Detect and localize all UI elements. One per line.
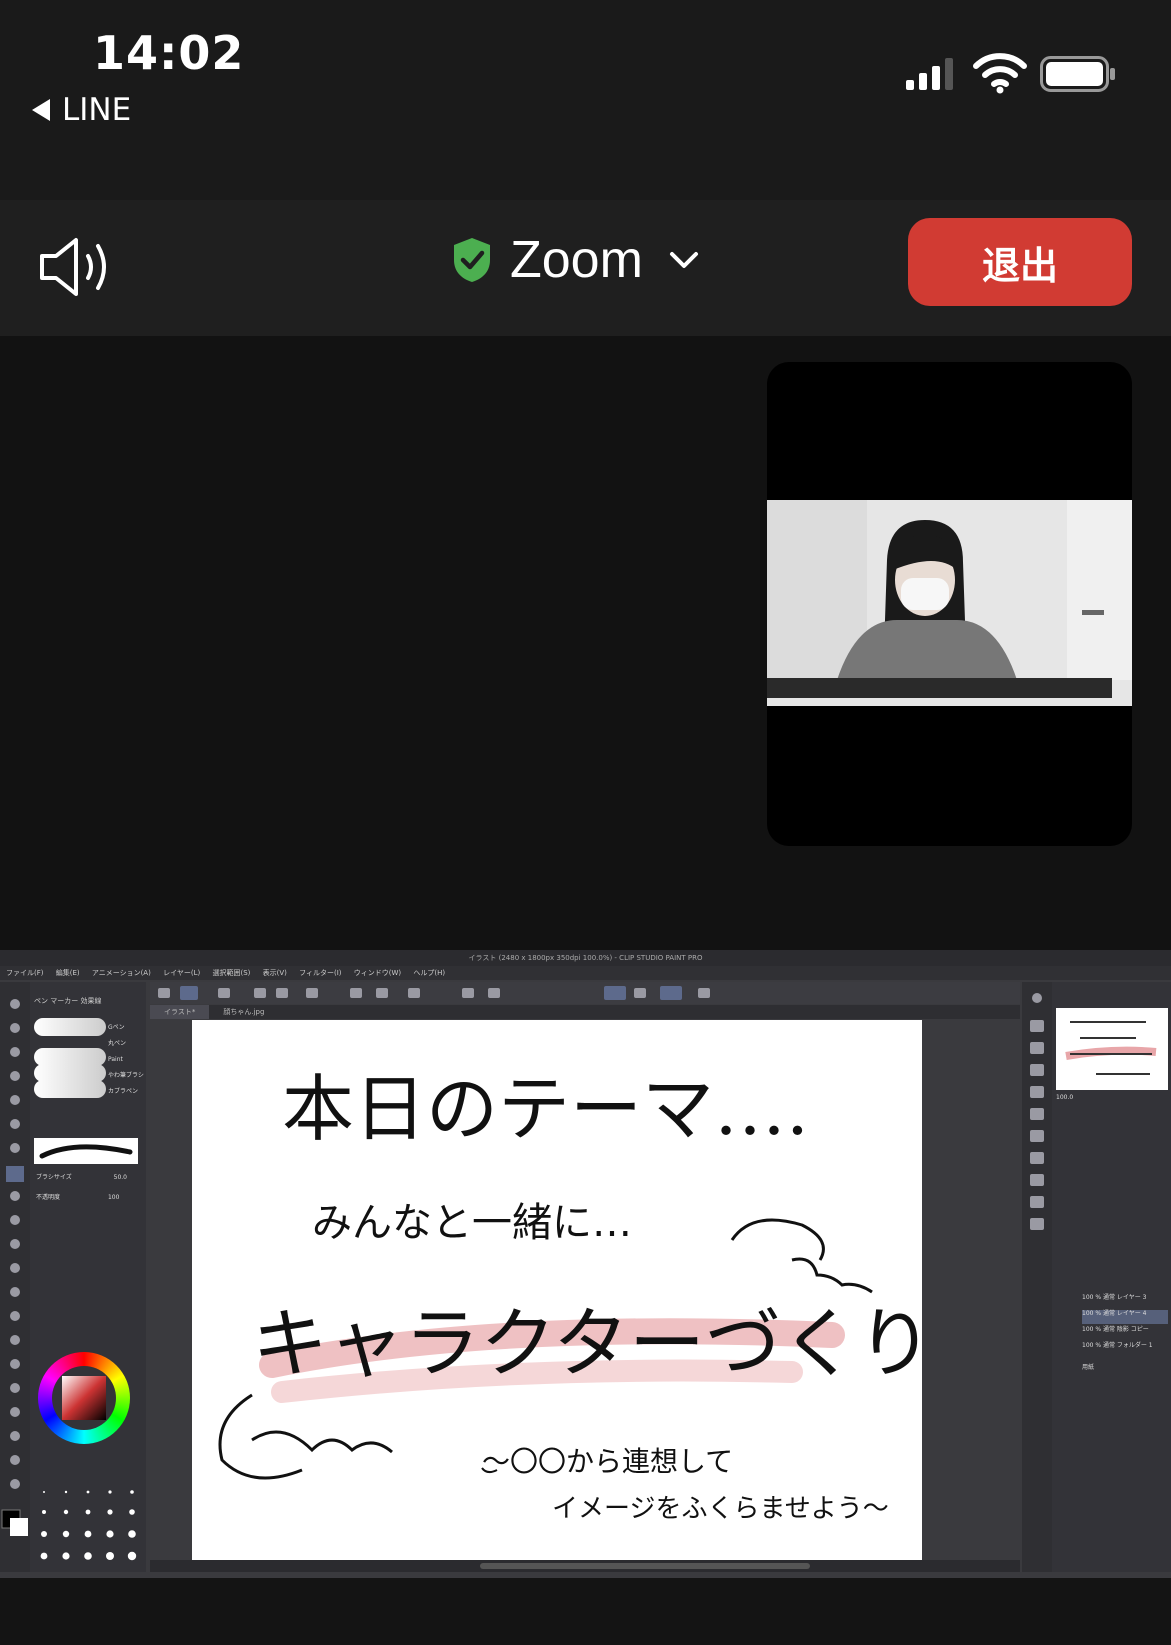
brush-size-row[interactable]: ブラシサイズ 50.0 <box>36 1172 127 1181</box>
menu-item[interactable]: ファイル(F) <box>6 969 44 977</box>
tool-palette <box>0 982 30 1572</box>
color-wheel[interactable] <box>38 1352 130 1444</box>
layer-row[interactable]: 用紙 <box>1082 1364 1168 1378</box>
brush-name[interactable]: カブラペン <box>108 1084 144 1100</box>
battery-icon <box>1040 56 1115 92</box>
menu-item[interactable]: 編集(E) <box>56 969 80 977</box>
opacity-row[interactable]: 不透明度 100 <box>36 1192 119 1201</box>
brush-size-value: 50.0 <box>113 1174 127 1181</box>
slide-line-4: 〜〇〇から連想して <box>482 1445 734 1478</box>
opacity-value: 100 <box>107 1194 120 1201</box>
sub-tool-panel: ペン マーカー 効果線 Gペン 丸ペン Paint やわ筆ブラシ カブラペン ブ… <box>30 982 146 1572</box>
sub-tool-tabs: ペン マーカー 効果線 <box>34 996 101 1006</box>
document-tabs: イラスト* 顔ちゃん.jpg <box>150 1005 1020 1019</box>
sub-tool-tab[interactable]: マーカー <box>50 997 78 1005</box>
shared-app-menu: ファイル(F) 編集(E) アニメーション(A) レイヤー(L) 選択範囲(S)… <box>0 966 1171 980</box>
speaker-icon[interactable] <box>38 234 118 300</box>
navigator-zoom-value[interactable]: 100.0 <box>1056 1094 1073 1101</box>
menu-item[interactable]: 選択範囲(S) <box>212 969 250 977</box>
menu-item[interactable]: 表示(V) <box>263 969 287 977</box>
clock-time: 14:02 <box>93 26 245 80</box>
meeting-title-button[interactable]: Zoom <box>450 230 699 290</box>
meeting-header: Zoom 退出 <box>0 200 1171 336</box>
layer-row-selected[interactable]: 100 % 通常 レイヤー 4 <box>1082 1310 1168 1324</box>
layer-row[interactable]: 100 % 通常 レイヤー 3 <box>1082 1294 1168 1308</box>
video-area <box>0 336 1171 950</box>
brush-name[interactable]: 丸ペン <box>108 1036 144 1052</box>
slide-line-1: 本日のテーマ…. <box>282 1067 809 1151</box>
back-triangle-icon <box>32 99 50 121</box>
brush-stroke-preview <box>34 1138 138 1164</box>
status-bar: 14:02 LINE <box>0 0 1171 150</box>
brush-size-label: ブラシサイズ <box>36 1174 72 1181</box>
layer-row[interactable]: 100 % 通常 陰影 コピー <box>1082 1326 1168 1340</box>
shield-check-icon <box>454 238 490 282</box>
brush-preview[interactable] <box>34 1080 106 1098</box>
back-app-label: LINE <box>62 92 132 128</box>
menu-item[interactable]: ヘルプ(H) <box>413 969 445 977</box>
brush-stroke-icon <box>39 1144 133 1159</box>
wifi-icon <box>973 53 1027 94</box>
brush-name[interactable]: Paint <box>108 1052 144 1068</box>
brush-name[interactable]: やわ筆ブラシ <box>108 1068 144 1084</box>
leave-meeting-button[interactable]: 退出 <box>908 218 1132 306</box>
color-square[interactable] <box>62 1376 106 1420</box>
menu-item[interactable]: ウィンドウ(W) <box>354 969 401 977</box>
bottom-bar <box>0 1578 1171 1645</box>
back-to-line-link[interactable]: LINE <box>32 92 131 128</box>
shared-app-title: イラスト (2480 x 1800px 350dpi 100.0%) - CLI… <box>0 950 1171 966</box>
participant-video-tile[interactable] <box>767 362 1132 846</box>
opacity-label: 不透明度 <box>36 1194 61 1201</box>
brush-preview[interactable] <box>34 1018 106 1036</box>
brush-name[interactable]: Gペン <box>108 1020 144 1036</box>
shared-app-toolbar <box>150 982 1020 1004</box>
scrollbar-thumb[interactable] <box>480 1563 810 1569</box>
sub-tool-tab[interactable]: 効果線 <box>80 997 101 1005</box>
panel-icon-bar <box>1022 982 1052 1572</box>
drawing-canvas[interactable]: 本日のテーマ…. みんなと一緒に… キャラクターづくり 〜〇〇から連想して イメ… <box>192 1020 933 1560</box>
shared-screen[interactable]: イラスト (2480 x 1800px 350dpi 100.0%) - CLI… <box>0 950 1171 1578</box>
layer-row[interactable]: 100 % 通常 フォルダー 1 <box>1082 1342 1168 1356</box>
brush-size-grid <box>40 1490 137 1561</box>
menu-item[interactable]: レイヤー(L) <box>163 969 200 977</box>
navigator-thumbnail[interactable] <box>1056 1008 1168 1090</box>
document-tab[interactable]: 顔ちゃん.jpg <box>209 1005 278 1019</box>
document-tab[interactable]: イラスト* <box>150 1005 210 1019</box>
layer-panel: 100.0 100 % 通常 レイヤー 3 100 % 通常 レイヤー 4 10… <box>1052 982 1171 1572</box>
cellular-signal-icon <box>906 58 953 90</box>
participant-video-frame <box>767 500 1132 706</box>
brush-name-list: Gペン 丸ペン Paint やわ筆ブラシ カブラペン <box>108 1020 144 1100</box>
sub-tool-tab[interactable]: ペン <box>34 997 48 1005</box>
menu-item[interactable]: アニメーション(A) <box>92 969 151 977</box>
slide-line-5: イメージをふくらませよう〜 <box>552 1494 889 1524</box>
meeting-title: Zoom <box>510 231 643 289</box>
navigator-preview <box>1065 1021 1157 1075</box>
slide-line-2: みんなと一緒に… <box>312 1200 632 1246</box>
menu-item[interactable]: フィルター(I) <box>299 969 341 977</box>
slide-line-3: キャラクターづくり <box>252 1299 933 1388</box>
canvas-horizontal-scrollbar[interactable] <box>150 1560 1020 1572</box>
chevron-down-icon <box>669 252 698 268</box>
